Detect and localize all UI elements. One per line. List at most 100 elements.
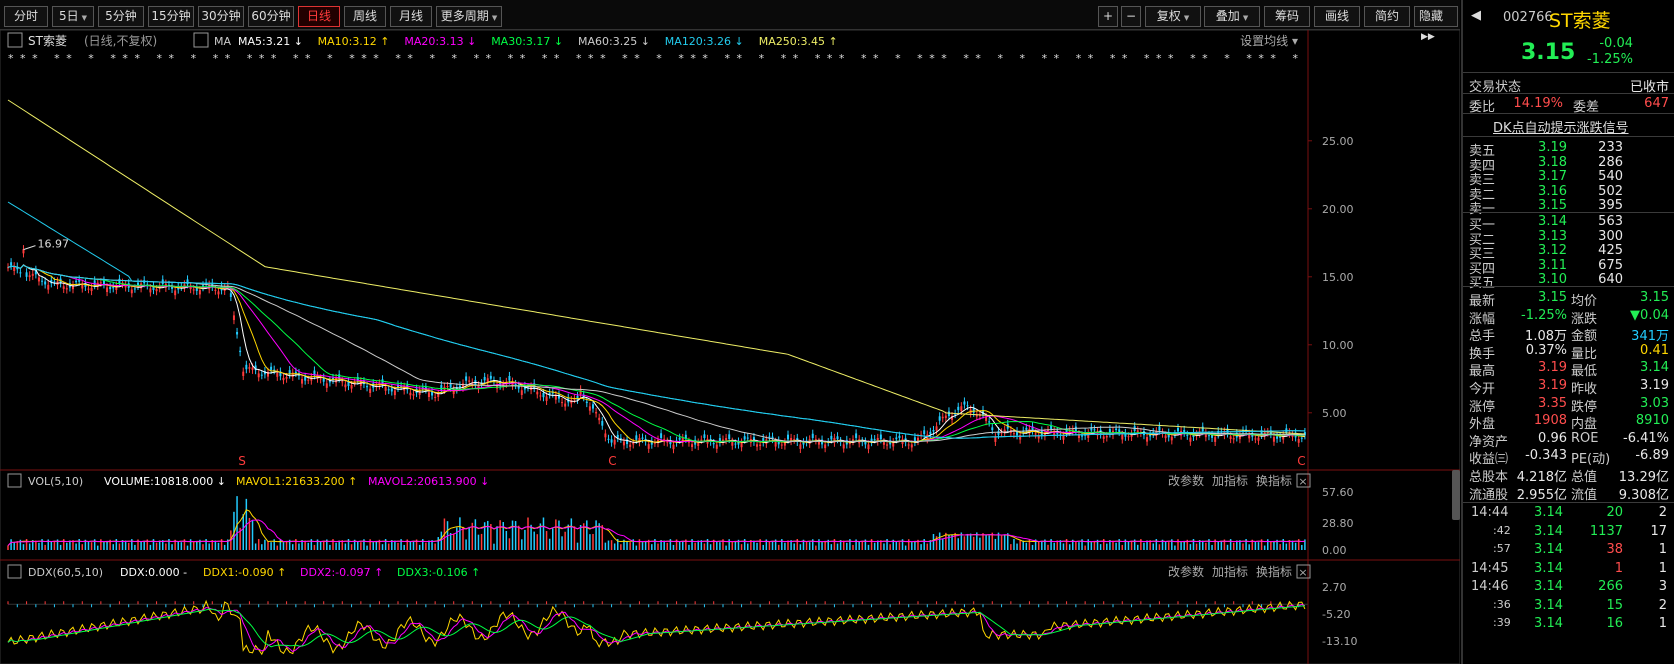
price-tick-label: 20.00	[1322, 203, 1354, 216]
candle-body	[186, 279, 189, 285]
period-tab-15min[interactable]: 15分钟	[148, 6, 194, 27]
candle-body	[75, 280, 78, 283]
candle-body	[629, 444, 632, 447]
period-tab-daily[interactable]: 日线	[298, 6, 340, 27]
stat-value: 3.14	[1640, 360, 1669, 376]
ma-line-250	[7, 99, 1305, 435]
candle-body	[802, 442, 805, 445]
candle-body	[780, 444, 783, 446]
panel-resize-handle[interactable]	[1452, 470, 1460, 520]
stat-label: 最高	[1469, 364, 1496, 380]
candle-body	[1279, 436, 1282, 438]
tick-time: 14:44	[1471, 505, 1509, 520]
hide-button[interactable]: 隐藏▶▶	[1414, 6, 1458, 42]
period-tab-weekly[interactable]: 周线	[344, 6, 386, 27]
candle-body	[536, 391, 539, 395]
period-tab-60min[interactable]: 60分钟	[248, 6, 294, 27]
vol-tick-label: 57.60	[1322, 486, 1354, 499]
candle-body	[910, 444, 913, 448]
candle-body	[1025, 427, 1028, 430]
divider	[1463, 93, 1674, 94]
chips-button[interactable]: 筹码	[1264, 6, 1310, 27]
vol-indicator-button[interactable]: 换指标	[1256, 473, 1292, 488]
period-tab-5day[interactable]: 5日 ▼	[52, 6, 94, 27]
signal-marker: C	[608, 454, 616, 468]
candle-body	[294, 371, 297, 373]
overlay-dropdown[interactable]: 叠加 ▼	[1204, 6, 1260, 27]
vol-value-0: VOLUME:10818.000 ↓	[104, 475, 226, 488]
vol-indicator-button[interactable]: 改参数	[1168, 473, 1204, 488]
ma-value-1: MA10:3.12 ↑	[318, 35, 390, 48]
adjust-dropdown[interactable]: 复权 ▼	[1145, 6, 1201, 27]
candle-body	[90, 287, 93, 292]
stat-label: 涨停	[1469, 399, 1496, 415]
candle-body	[985, 416, 988, 422]
candle-body	[1019, 435, 1022, 440]
period-tab-5min[interactable]: 5分钟	[98, 6, 144, 27]
candle-body	[991, 427, 994, 431]
ddx-indicator-button[interactable]: 改参数	[1168, 564, 1204, 579]
stock-title: ST索菱	[28, 34, 67, 48]
bid-volume: 300	[1598, 228, 1623, 244]
bid-price: 3.10	[1538, 272, 1567, 287]
period-tab-30min[interactable]: 30分钟	[198, 6, 244, 27]
prev-stock-icon[interactable]: ◀	[1471, 8, 1481, 23]
candle-body	[1211, 434, 1214, 438]
candle-body	[393, 390, 396, 396]
candle-body	[907, 444, 910, 446]
tick-volume: 20	[1606, 505, 1623, 520]
simple-button[interactable]: 简约	[1364, 6, 1410, 27]
period-tab-timeshare[interactable]: 分时	[4, 6, 48, 27]
dk-signal-link[interactable]: DK点自动提示涨跌信号	[1493, 117, 1629, 136]
divider	[1463, 72, 1674, 73]
chart-area[interactable]: ST索菱 (日线,不复权) MA MA5:3.21 ↓ MA10:3.12 ↑ MA20:…	[0, 30, 1460, 664]
stat-value: 341万	[1631, 329, 1669, 345]
candle-body	[932, 430, 935, 432]
candle-body	[774, 441, 777, 447]
stat-value: -6.41%	[1623, 430, 1669, 446]
candle-body	[715, 444, 718, 449]
help-icon[interactable]	[7, 564, 22, 579]
period-tab-monthly[interactable]: 月线	[390, 6, 432, 27]
candle-body	[957, 406, 960, 411]
ddx-indicator-button[interactable]: 加指标	[1212, 564, 1248, 579]
vol-indicator-button[interactable]: 加指标	[1212, 473, 1248, 488]
candle-body	[1186, 434, 1189, 436]
help-icon[interactable]	[193, 32, 209, 48]
help-icon[interactable]	[7, 473, 22, 488]
candle-body	[787, 434, 789, 440]
ddx2-line	[7, 603, 1306, 653]
bid-price: 3.11	[1538, 257, 1567, 273]
more-periods-dropdown[interactable]: 更多周期 ▼	[436, 6, 502, 27]
price-change-pct: -1.25%	[1587, 52, 1633, 67]
candle-body	[87, 288, 90, 290]
ddx-indicator-button[interactable]: 换指标	[1256, 564, 1292, 579]
help-icon[interactable]	[7, 32, 23, 48]
ask-volume: 233	[1598, 140, 1623, 155]
candle-body	[118, 278, 121, 284]
divider	[1463, 113, 1674, 114]
candle-body	[867, 444, 870, 450]
chevron-down-icon: ▼	[491, 14, 498, 22]
tick-count: 17	[1650, 523, 1667, 539]
chevron-down-icon: ▼	[1183, 14, 1190, 22]
candle-body	[1062, 435, 1065, 440]
zoom-in-button[interactable]: +	[1098, 6, 1118, 27]
candle-body	[561, 402, 564, 404]
tick-count: 2	[1658, 505, 1667, 520]
order-diff: 647	[1644, 96, 1669, 111]
draw-button[interactable]: 画线	[1314, 6, 1360, 27]
candle-body	[830, 435, 833, 440]
candle-body	[1257, 437, 1260, 441]
candle-body	[944, 415, 947, 419]
divider	[1463, 502, 1674, 503]
ma-value-2: MA20:3.13 ↓	[404, 35, 476, 48]
zoom-out-button[interactable]: −	[1121, 6, 1141, 27]
candle-body	[440, 385, 443, 390]
candle-body	[746, 437, 749, 439]
stat-value: 1908	[1533, 413, 1567, 429]
stat-label: 跌停	[1571, 399, 1598, 415]
stat-value: -6.89	[1635, 448, 1669, 464]
stat-value: 8910	[1635, 413, 1669, 429]
candle-body	[1127, 436, 1130, 438]
